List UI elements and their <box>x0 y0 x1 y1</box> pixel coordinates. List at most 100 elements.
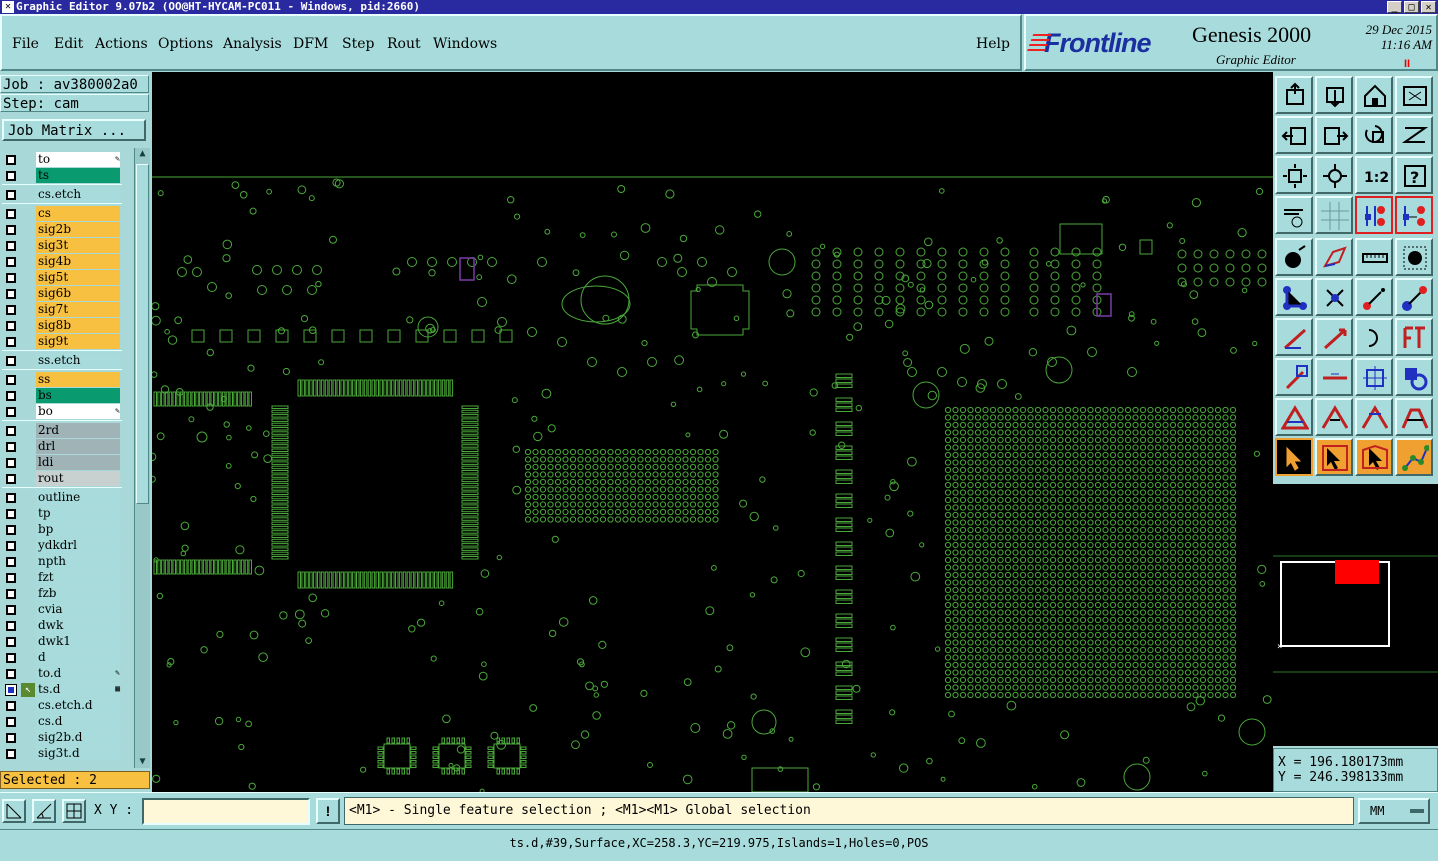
layer-display-checkbox[interactable] <box>6 541 16 551</box>
layer-row[interactable]: npth <box>2 554 122 570</box>
pcb-drawing[interactable] <box>152 72 1273 792</box>
layer-display-checkbox[interactable] <box>6 407 16 417</box>
layer-display-checkbox[interactable] <box>6 621 16 631</box>
layer-row[interactable]: fzb <box>2 586 122 602</box>
layer-scrollbar[interactable]: ▲ ▼ <box>134 148 150 768</box>
pan-right-button[interactable] <box>1315 116 1353 154</box>
layer-row[interactable]: dwk <box>2 618 122 634</box>
layer-name[interactable]: rout <box>36 471 120 486</box>
add-pad-button[interactable] <box>1275 238 1313 276</box>
layer-row[interactable]: fzt <box>2 570 122 586</box>
layer-row[interactable]: cs.etch.d <box>2 698 122 714</box>
layer-display-checkbox[interactable] <box>6 321 16 331</box>
layer-name[interactable]: sig2b.d <box>36 730 120 745</box>
layer-row[interactable]: sig8b <box>2 318 122 334</box>
layer-display-checkbox[interactable] <box>6 209 16 219</box>
layer-name[interactable]: npth <box>36 554 120 569</box>
layer-row[interactable]: 2rd <box>2 423 122 439</box>
scroll-up-icon[interactable]: ▲ <box>136 148 149 160</box>
align-button[interactable] <box>1355 358 1393 396</box>
scale-1-2-button[interactable]: 1:2 <box>1355 156 1393 194</box>
layer-display-checkbox[interactable] <box>6 493 16 503</box>
layer-name[interactable]: d <box>36 650 120 665</box>
fit-button[interactable] <box>1275 156 1313 194</box>
home-button[interactable] <box>1355 76 1393 114</box>
layer-name[interactable]: dwk1 <box>36 634 120 649</box>
layer-row[interactable]: to ✎ <box>2 152 122 168</box>
text-button[interactable] <box>1395 318 1433 356</box>
menu-step[interactable]: Step <box>342 36 374 52</box>
layer-display-checkbox[interactable] <box>6 637 16 647</box>
layer-row[interactable]: drl <box>2 439 122 455</box>
layer-row[interactable]: sig9t <box>2 334 122 350</box>
layer-name[interactable]: drl <box>36 439 120 454</box>
menu-file[interactable]: File <box>12 36 39 52</box>
arrow-node-button[interactable] <box>1355 278 1393 316</box>
snap-button[interactable] <box>1355 196 1393 234</box>
grid-mode-button[interactable] <box>62 799 86 823</box>
layer-name[interactable]: ss <box>36 372 120 387</box>
layer-name[interactable]: bp <box>36 522 120 537</box>
layer-display-checkbox[interactable] <box>6 426 16 436</box>
layer-name[interactable]: ss.etch <box>36 353 120 368</box>
layer-name[interactable]: sig7t <box>36 302 120 317</box>
layer-name[interactable]: fzt <box>36 570 120 585</box>
layer-row[interactable]: cs.etch <box>2 187 122 203</box>
layer-name[interactable]: ydkdrl <box>36 538 120 553</box>
layer-row[interactable]: dwk1 <box>2 634 122 650</box>
minimize-button[interactable]: _ <box>1387 1 1402 13</box>
pan-left-button[interactable] <box>1275 116 1313 154</box>
layer-name[interactable]: cs.d <box>36 714 120 729</box>
layer-row[interactable]: bs <box>2 388 122 404</box>
layer-display-checkbox[interactable] <box>6 442 16 452</box>
layer-display-checkbox[interactable] <box>6 509 16 519</box>
menu-edit[interactable]: Edit <box>54 36 83 52</box>
zoom-window-button[interactable] <box>1395 76 1433 114</box>
layer-display-checkbox[interactable] <box>6 557 16 567</box>
layer-name[interactable]: dwk <box>36 618 120 633</box>
arrow-down-button[interactable] <box>1275 358 1313 396</box>
line-draw-button[interactable] <box>1275 318 1313 356</box>
select-orange-button[interactable] <box>1315 438 1353 476</box>
move-node-button[interactable] <box>1395 278 1433 316</box>
select-box-button[interactable] <box>1355 438 1393 476</box>
layer-name[interactable]: cvia <box>36 602 120 617</box>
layer-display-checkbox[interactable] <box>6 375 16 385</box>
layer-name[interactable]: sig6b <box>36 286 120 301</box>
connect-button[interactable] <box>1275 278 1313 316</box>
layer-name[interactable]: ldi <box>36 455 120 470</box>
layer-display-checkbox[interactable] <box>6 685 16 695</box>
layer-row[interactable]: ldi <box>2 455 122 471</box>
menu-analysis[interactable]: Analysis <box>223 36 282 52</box>
triangle-b-button[interactable] <box>1355 398 1393 436</box>
grid-button[interactable] <box>1315 196 1353 234</box>
menu-rout[interactable]: Rout <box>387 36 421 52</box>
layer-display-checkbox[interactable] <box>6 525 16 535</box>
layer-display-checkbox[interactable] <box>6 225 16 235</box>
layer-display-checkbox[interactable] <box>6 669 16 679</box>
menu-actions[interactable]: Actions <box>95 36 148 52</box>
layer-row[interactable]: ss <box>2 372 122 388</box>
zoom-prev-button[interactable] <box>1315 76 1353 114</box>
menu-windows[interactable]: Windows <box>433 36 497 52</box>
layer-name[interactable]: to.d <box>36 666 120 681</box>
scroll-thumb[interactable] <box>136 164 149 504</box>
scroll-down-icon[interactable]: ▼ <box>136 756 149 768</box>
layer-name[interactable]: sig4b <box>36 254 120 269</box>
layer-display-checkbox[interactable] <box>6 241 16 251</box>
layer-row[interactable]: ydkdrl <box>2 538 122 554</box>
layer-name[interactable]: tp <box>36 506 120 521</box>
layer-name[interactable]: sig8b <box>36 318 120 333</box>
layer-display-checkbox[interactable] <box>6 717 16 727</box>
layer-name[interactable]: to <box>36 152 120 167</box>
select-net-button[interactable] <box>1395 438 1433 476</box>
layer-name[interactable]: sig2b <box>36 222 120 237</box>
layer-display-checkbox[interactable] <box>6 289 16 299</box>
layer-row[interactable]: tp <box>2 506 122 522</box>
layer-row[interactable]: sig5t <box>2 270 122 286</box>
layer-row[interactable]: sig4b <box>2 254 122 270</box>
menu-help[interactable]: Help <box>976 36 1010 52</box>
help-query-button[interactable]: ? <box>1395 156 1433 194</box>
layer-name[interactable]: sig5t <box>36 270 120 285</box>
layer-name[interactable]: sig9t <box>36 334 120 349</box>
